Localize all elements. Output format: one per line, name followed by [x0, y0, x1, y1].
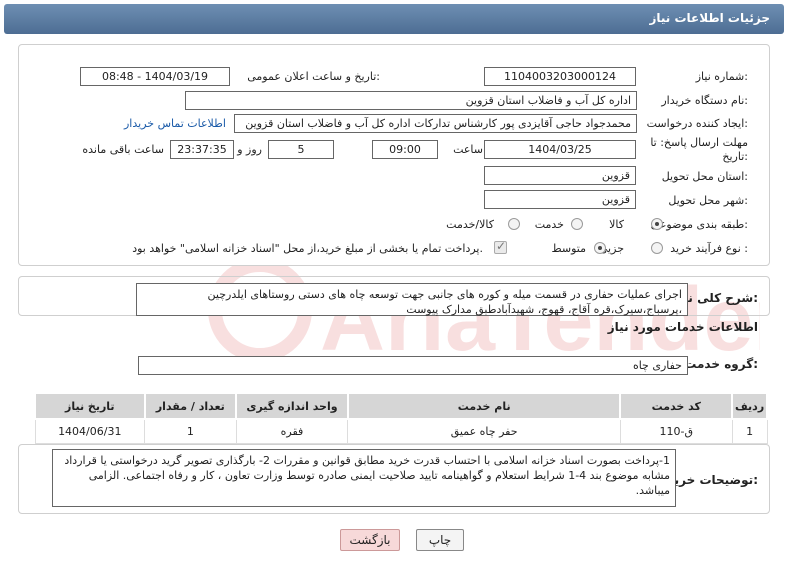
process-radio-minor[interactable]: [651, 242, 663, 254]
print-button[interactable]: چاپ: [416, 529, 464, 551]
services-section-title: اطلاعات خدمات مورد نیاز: [607, 320, 758, 334]
services-table: ردیف کد خدمت نام خدمت واحد اندازه گیری ت…: [34, 392, 768, 444]
cell-row: 1: [731, 418, 768, 444]
category-option-goods-service: کالا/خدمت: [446, 218, 494, 231]
cell-unit: فقره: [235, 418, 349, 444]
table-row[interactable]: 1 ق-110 حفر چاه عمیق فقره 1 1404/06/31: [34, 418, 768, 444]
city-field[interactable]: قزوین: [484, 190, 636, 209]
buyer-contact-link[interactable]: اطلاعات تماس خریدار: [124, 117, 226, 130]
services-table-header: ردیف کد خدمت نام خدمت واحد اندازه گیری ت…: [34, 392, 768, 420]
service-group-label: گروه خدمت:: [684, 357, 758, 371]
province-label: استان محل تحویل:: [661, 170, 748, 183]
deadline-label: مهلت ارسال پاسخ: تا تاریخ:: [650, 136, 748, 163]
deadline-time-field[interactable]: 09:00: [372, 140, 438, 159]
deadline-date-field[interactable]: 1404/03/25: [484, 140, 636, 159]
remaining-time-field[interactable]: 23:37:35: [170, 140, 234, 159]
cell-service-code: ق-110: [619, 418, 733, 444]
col-row: ردیف: [731, 392, 768, 420]
col-need-date: تاریخ نیاز: [34, 392, 146, 420]
province-field[interactable]: قزوین: [484, 166, 636, 185]
need-number-field[interactable]: 1104003203000124: [484, 67, 636, 86]
payment-note: پرداخت تمام یا بخشی از مبلغ خرید،از محل …: [132, 242, 483, 255]
remaining-label: ساعت باقی مانده: [82, 143, 164, 156]
announce-date-field[interactable]: 1404/03/19 - 08:48: [80, 67, 230, 86]
col-service-code: کد خدمت: [619, 392, 734, 420]
days-remaining-field[interactable]: 5: [268, 140, 334, 159]
creator-label: ایجاد کننده درخواست:: [646, 117, 748, 130]
category-radio-goods[interactable]: [651, 218, 663, 230]
city-label: شهر محل تحویل:: [668, 194, 748, 207]
page-title: جزئیات اطلاعات نیاز: [649, 11, 770, 25]
col-quantity: تعداد / مقدار: [143, 392, 238, 420]
announce-label: تاریخ و ساعت اعلان عمومی:: [247, 70, 380, 83]
cell-need-date: 1404/06/31: [34, 418, 146, 444]
service-group-field[interactable]: حفاری چاه: [138, 356, 688, 375]
category-radio-goods-service[interactable]: [508, 218, 520, 230]
creator-field[interactable]: محمدجواد حاجی آقایزدی پور کارشناس تدارکا…: [234, 114, 637, 133]
cell-quantity: 1: [144, 418, 237, 444]
process-label: نوع فرآیند خرید :: [670, 242, 748, 255]
treasury-checkbox[interactable]: [494, 239, 507, 254]
buyer-notes-textbox[interactable]: 1-پرداخت بصورت اسناد خزانه اسلامی با احت…: [52, 449, 676, 507]
buyer-org-field[interactable]: اداره کل آب و فاضلاب استان قزوین: [185, 91, 637, 110]
category-radio-service[interactable]: [571, 218, 583, 230]
col-service-name: نام خدمت: [346, 392, 622, 420]
time-label: ساعت: [453, 143, 483, 156]
col-unit: واحد اندازه گیری: [235, 392, 349, 420]
page-header: جزئیات اطلاعات نیاز: [4, 4, 784, 34]
need-number-label: شماره نیاز:: [695, 70, 748, 83]
back-button[interactable]: بازگشت: [340, 529, 400, 551]
cell-service-name: حفر چاه عمیق: [347, 418, 621, 444]
process-option-medium: متوسط: [551, 242, 586, 255]
process-radio-medium[interactable]: [594, 242, 606, 254]
category-label: طبقه بندی موضوعی:: [650, 218, 748, 231]
summary-textbox[interactable]: اجرای عملیات حفاری در قسمت میله و کوره ه…: [136, 283, 688, 316]
category-option-goods: کالا: [609, 218, 624, 231]
buyer-org-label: نام دستگاه خریدار:: [661, 94, 748, 107]
category-option-service: خدمت: [534, 218, 564, 231]
days-label: روز و: [237, 143, 262, 156]
